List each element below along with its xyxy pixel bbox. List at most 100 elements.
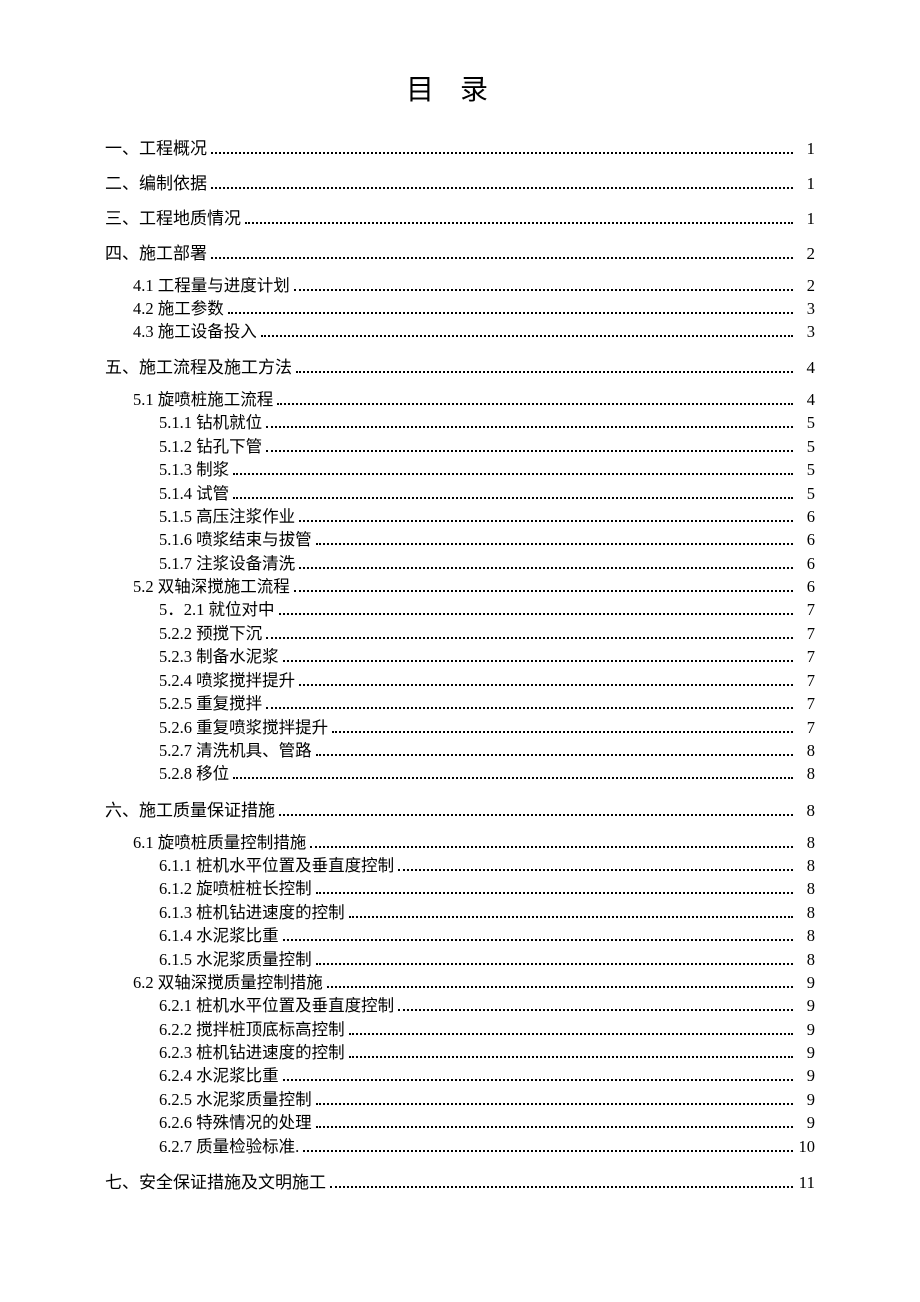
toc-entry: 6.1.4 水泥浆比重8 — [159, 924, 815, 947]
toc-entry-label: 5.2.7 清洗机具、管路 — [159, 739, 312, 762]
toc-entry-leader — [296, 371, 793, 373]
toc-entry: 5.1.7 注浆设备清洗6 — [159, 552, 815, 575]
toc-entry-page: 1 — [797, 174, 815, 194]
toc-entry-label: 4.1 工程量与进度计划 — [133, 274, 290, 297]
document-page: 目录 一、工程概况1二、编制依据1三、工程地质情况1四、施工部署24.1 工程量… — [0, 0, 920, 1302]
toc-entry: 三、工程地质情况1 — [105, 204, 815, 229]
toc-entry-label: 四、施工部署 — [105, 239, 207, 264]
toc-entry-leader — [228, 312, 793, 314]
toc-entry-page: 7 — [797, 692, 815, 715]
toc-entry-page: 6 — [797, 528, 815, 551]
toc-entry-page: 4 — [797, 358, 815, 378]
toc-entry: 5.2.2 预搅下沉 7 — [159, 622, 815, 645]
toc-entry: 6.1.2 旋喷桩桩长控制8 — [159, 877, 815, 900]
toc-entry-leader — [349, 916, 793, 918]
toc-entry: 五、施工流程及施工方法 4 — [105, 353, 815, 378]
toc-entry-label: 5.1.4 试管 — [159, 482, 229, 505]
toc-entry-leader — [266, 426, 793, 428]
toc-entry-label: 4.3 施工设备投入 — [133, 320, 257, 343]
toc-entry-page: 11 — [797, 1173, 815, 1193]
toc-entry-leader — [327, 986, 793, 988]
toc-entry: 6.1.1 桩机水平位置及垂直度控制8 — [159, 854, 815, 877]
toc-entry: 5.1 旋喷桩施工流程 4 — [133, 388, 815, 411]
toc-entry-leader — [294, 590, 793, 592]
toc-entry: 5.2.4 喷浆搅拌提升 7 — [159, 669, 815, 692]
toc-entry-label: 4.2 施工参数 — [133, 297, 224, 320]
toc-entry-leader — [283, 1079, 793, 1081]
toc-entry-page: 8 — [797, 831, 815, 854]
toc-entry-leader — [233, 777, 793, 779]
toc-entry-leader — [299, 684, 793, 686]
toc-entry-leader — [261, 335, 793, 337]
toc-entry-leader — [283, 660, 793, 662]
toc-entry-leader — [233, 497, 793, 499]
toc-entry-leader — [283, 939, 793, 941]
toc-entry: 5.1.1 钻机就位5 — [159, 411, 815, 434]
toc-entry-page: 6 — [797, 575, 815, 598]
toc-entry-leader — [294, 289, 793, 291]
toc-entry-page: 9 — [797, 971, 815, 994]
toc-entry-label: 5.1.3 制浆 — [159, 458, 229, 481]
toc-entry-leader — [279, 613, 794, 615]
toc-entry-page: 7 — [797, 622, 815, 645]
toc-entry: 5.1.4 试管5 — [159, 482, 815, 505]
toc-entry: 六、施工质量保证措施8 — [105, 796, 815, 821]
toc-entry-page: 8 — [797, 877, 815, 900]
toc-entry-label: 6.1 旋喷桩质量控制措施 — [133, 831, 306, 854]
toc-entry: 4.3 施工设备投入3 — [133, 320, 815, 343]
toc-entry-leader — [398, 1009, 793, 1011]
toc-entry: 6.2.3 桩机钻进速度的控制9 — [159, 1041, 815, 1064]
toc-entry-leader — [316, 754, 793, 756]
toc-entry-page: 3 — [797, 297, 815, 320]
toc-entry: 5.1.3 制浆 5 — [159, 458, 815, 481]
toc-entry: 6.2.1 桩机水平位置及垂直度控制9 — [159, 994, 815, 1017]
toc-entry-leader — [398, 869, 793, 871]
toc-entry-label: 6.2.7 质量检验标准. — [159, 1135, 299, 1158]
toc-entry-leader — [266, 637, 793, 639]
toc-entry-page: 6 — [797, 552, 815, 575]
toc-entry: 5.2.5 重复搅拌7 — [159, 692, 815, 715]
toc-entry-leader — [316, 1103, 793, 1105]
toc-entry-leader — [279, 814, 793, 816]
toc-entry-label: 5.2.4 喷浆搅拌提升 — [159, 669, 295, 692]
toc-entry: 四、施工部署2 — [105, 239, 815, 264]
toc-title: 目录 — [105, 68, 815, 108]
toc-entry-page: 7 — [797, 669, 815, 692]
toc-entry-label: 6.1.5 水泥浆质量控制 — [159, 948, 312, 971]
toc-entry-leader — [316, 963, 793, 965]
toc-entry-page: 4 — [797, 388, 815, 411]
toc-entry-leader — [349, 1033, 793, 1035]
toc-entry: 4.1 工程量与进度计划2 — [133, 274, 815, 297]
toc-entry-leader — [245, 222, 793, 224]
toc-entry-leader — [211, 152, 793, 154]
toc-entry: 6.2.7 质量检验标准.10 — [159, 1135, 815, 1158]
toc-entry-page: 7 — [797, 716, 815, 739]
toc-entry-leader — [316, 892, 793, 894]
toc-body: 一、工程概况1二、编制依据1三、工程地质情况1四、施工部署24.1 工程量与进度… — [105, 134, 815, 1193]
toc-entry-page: 9 — [797, 1088, 815, 1111]
toc-entry-page: 8 — [797, 924, 815, 947]
toc-entry-label: 6.2.5 水泥浆质量控制 — [159, 1088, 312, 1111]
toc-entry-label: 5.1 旋喷桩施工流程 — [133, 388, 273, 411]
toc-entry-label: 五、施工流程及施工方法 — [105, 353, 292, 378]
toc-entry-page: 9 — [797, 994, 815, 1017]
toc-entry-page: 8 — [797, 762, 815, 785]
toc-entry-label: 6.2 双轴深搅质量控制措施 — [133, 971, 323, 994]
toc-entry-leader — [310, 846, 793, 848]
toc-entry-page: 1 — [797, 209, 815, 229]
toc-entry-page: 5 — [797, 458, 815, 481]
toc-entry-label: 6.2.3 桩机钻进速度的控制 — [159, 1041, 345, 1064]
toc-entry-page: 8 — [797, 948, 815, 971]
toc-entry-page: 6 — [797, 505, 815, 528]
toc-entry-leader — [266, 707, 793, 709]
toc-entry-page: 9 — [797, 1111, 815, 1134]
toc-entry: 七、安全保证措施及文明施工11 — [105, 1168, 815, 1193]
toc-entry-label: 5.1.2 钻孔下管 — [159, 435, 262, 458]
toc-entry-page: 9 — [797, 1018, 815, 1041]
toc-entry-label: 6.1.1 桩机水平位置及垂直度控制 — [159, 854, 394, 877]
toc-entry-label: 5.2.2 预搅下沉 — [159, 622, 262, 645]
toc-entry-leader — [266, 450, 793, 452]
toc-entry-leader — [211, 187, 793, 189]
toc-entry-page: 1 — [797, 139, 815, 159]
toc-entry: 5.1.6 喷浆结束与拔管6 — [159, 528, 815, 551]
